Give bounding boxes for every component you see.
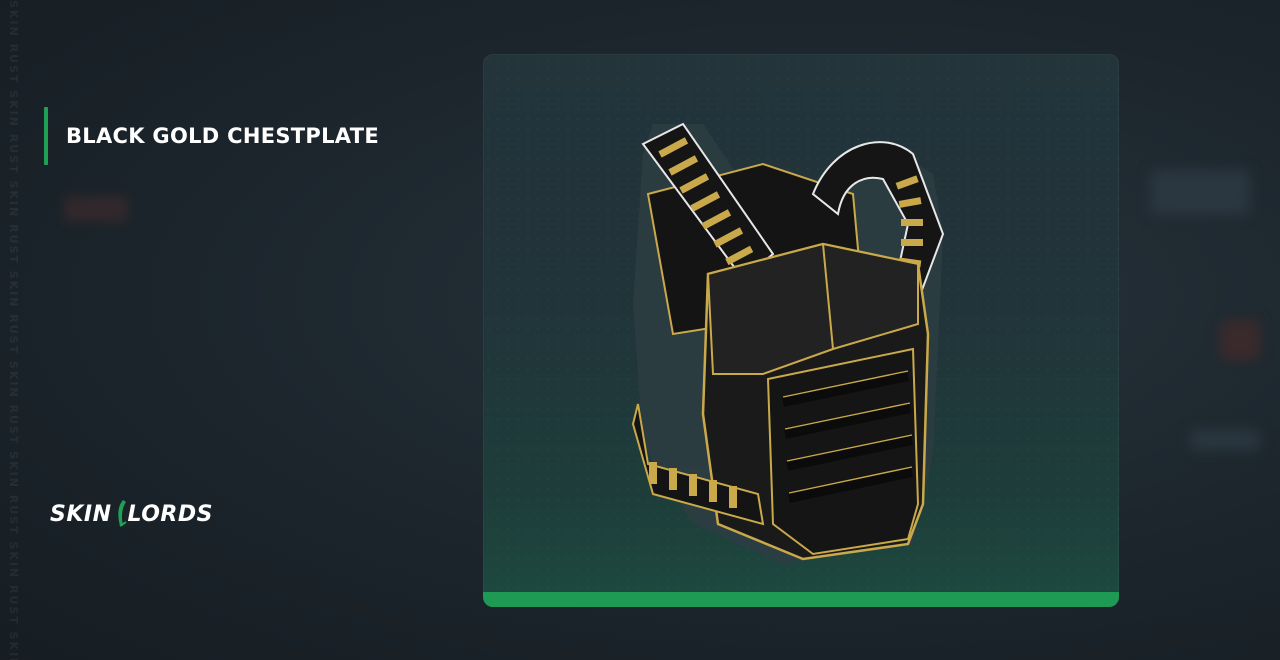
watermark-text: SKIN RUST SKIN RUST SKIN RUST SKIN RUST … bbox=[7, 0, 20, 660]
item-card bbox=[483, 54, 1119, 607]
title-accent-bar bbox=[44, 107, 48, 165]
brand-logo: SKIN LORDS bbox=[50, 498, 213, 530]
title-block: BLACK GOLD CHESTPLATE bbox=[44, 107, 379, 165]
card-rarity-bar bbox=[483, 592, 1119, 607]
brand-name-right: LORDS bbox=[127, 501, 213, 527]
background-ghost bbox=[1220, 320, 1260, 360]
background-ghost bbox=[64, 196, 128, 222]
brand-name-left: SKIN bbox=[50, 501, 112, 527]
background-ghost bbox=[1150, 170, 1250, 215]
skinlords-logo-icon bbox=[117, 500, 127, 527]
background-ghost bbox=[1190, 430, 1260, 450]
chestplate-image bbox=[631, 122, 945, 564]
item-title: BLACK GOLD CHESTPLATE bbox=[66, 124, 379, 148]
page: SKIN RUST SKIN RUST SKIN RUST SKIN RUST … bbox=[0, 0, 1280, 660]
